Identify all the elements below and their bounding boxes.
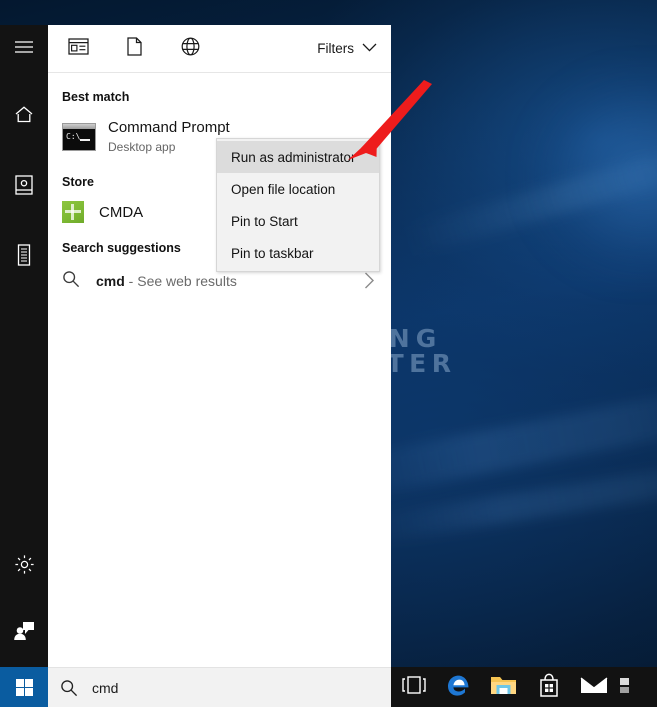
sidebar-item-home[interactable] [0, 93, 48, 141]
mail-icon [580, 675, 608, 700]
feedback-person-icon [13, 621, 35, 646]
chevron-down-icon [362, 39, 377, 57]
mail-button[interactable] [571, 667, 616, 707]
search-results-pane: Filters Best match C:\ Command Prompt De… [48, 25, 391, 667]
search-rail [0, 25, 48, 667]
documents-filter-icon [126, 36, 142, 61]
suggestion-suffix: - See web results [124, 273, 237, 289]
rail-bottom-group [0, 543, 48, 657]
command-prompt-icon: C:\ [62, 123, 96, 151]
rail-top-group [0, 25, 48, 281]
home-icon [14, 105, 34, 129]
hamburger-menu-button[interactable] [0, 25, 48, 73]
documents-icon [17, 243, 31, 271]
result-subtitle: Desktop app [108, 140, 176, 154]
search-icon [62, 270, 80, 293]
cmd-icon-prompt-text: C:\ [66, 132, 81, 141]
file-explorer-icon [490, 674, 517, 701]
tab-apps[interactable] [56, 26, 100, 72]
menu-item-pin-to-start[interactable]: Pin to Start [217, 205, 379, 237]
search-input-value: cmd [92, 680, 119, 696]
filters-dropdown[interactable]: Filters [317, 25, 377, 71]
taskbar: cmd [0, 667, 657, 707]
sidebar-item-feedback[interactable] [0, 609, 48, 657]
partial-app-icon [620, 674, 636, 701]
result-title: Command Prompt [108, 119, 230, 136]
wallpaper-glow [520, 60, 657, 290]
suggestion-text: cmd - See web results [96, 273, 237, 289]
edge-button[interactable] [436, 667, 481, 707]
web-globe-icon [181, 37, 200, 61]
filter-bar: Filters [48, 25, 391, 73]
task-view-button[interactable] [391, 667, 436, 707]
taskbar-overflow-icon[interactable] [616, 667, 640, 707]
windows-logo-icon [15, 678, 33, 696]
cmd-icon-titlebar [63, 124, 95, 129]
suggestion-query: cmd [96, 273, 125, 289]
result-text-group: Command Prompt Desktop app [108, 119, 230, 155]
tab-documents[interactable] [112, 26, 156, 72]
start-button[interactable] [0, 667, 48, 707]
sidebar-item-documents[interactable] [0, 233, 48, 281]
screen: BLEEPINGCOMPUTER [0, 0, 657, 707]
filters-label: Filters [317, 40, 354, 56]
photos-icon [15, 174, 33, 200]
hamburger-icon [14, 40, 34, 59]
chevron-right-icon [364, 272, 375, 294]
store-bag-icon [538, 673, 560, 702]
tab-web[interactable] [168, 26, 212, 72]
menu-item-pin-to-taskbar[interactable]: Pin to taskbar [217, 237, 379, 269]
taskbar-icons [391, 667, 640, 707]
result-title: CMDA [99, 203, 144, 221]
menu-item-run-as-administrator[interactable]: Run as administrator [217, 141, 379, 173]
store-button[interactable] [526, 667, 571, 707]
settings-gear-icon [14, 554, 35, 580]
apps-filter-icon [67, 37, 89, 60]
context-menu: Run as administrator Open file location … [216, 138, 380, 272]
menu-item-open-file-location[interactable]: Open file location [217, 173, 379, 205]
task-view-icon [400, 675, 428, 699]
edge-icon [446, 672, 472, 703]
search-icon [60, 679, 78, 697]
wallpaper-streak [360, 454, 657, 546]
best-match-heading: Best match [62, 90, 130, 104]
file-explorer-button[interactable] [481, 667, 526, 707]
cmd-icon-cursor [80, 139, 90, 141]
store-app-icon [62, 201, 84, 223]
sidebar-item-photos[interactable] [0, 163, 48, 211]
search-panel: Filters Best match C:\ Command Prompt De… [0, 25, 391, 667]
taskbar-search-box[interactable]: cmd [48, 667, 391, 707]
sidebar-item-settings[interactable] [0, 543, 48, 591]
